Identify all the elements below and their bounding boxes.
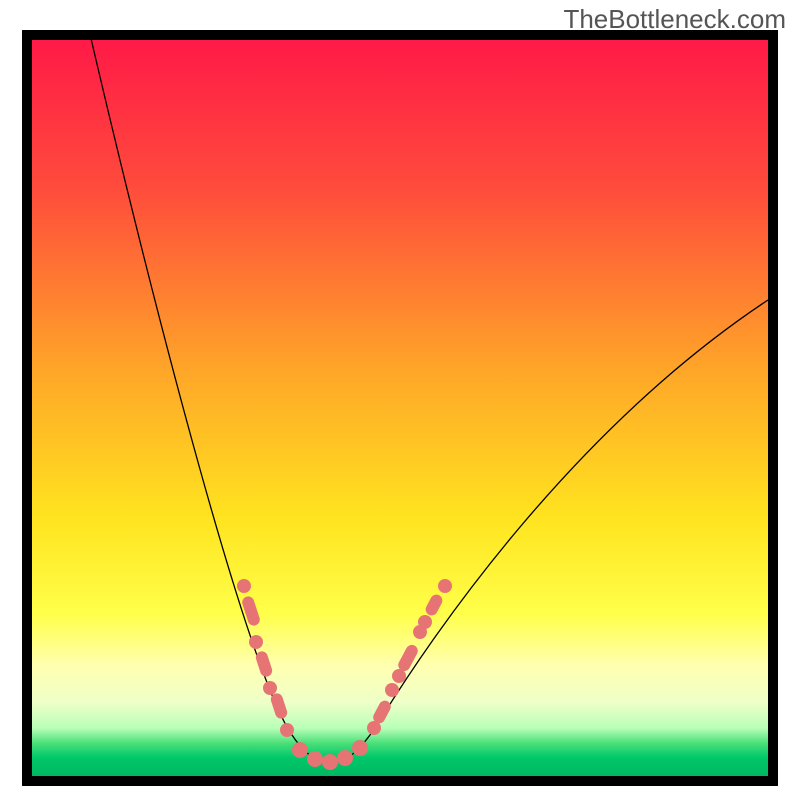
chart-svg [32, 40, 768, 776]
watermark-text: TheBottleneck.com [563, 4, 786, 35]
data-marker [438, 579, 452, 593]
data-marker [280, 723, 294, 737]
data-marker [392, 669, 406, 683]
data-marker [352, 740, 368, 756]
data-marker [237, 579, 251, 593]
chart-container: TheBottleneck.com [0, 0, 800, 800]
data-marker [307, 751, 323, 767]
chart-frame [22, 30, 778, 786]
data-marker [322, 754, 338, 770]
data-marker [249, 635, 263, 649]
data-marker [263, 681, 277, 695]
plot-area [32, 40, 768, 776]
data-marker [292, 742, 308, 758]
data-marker [418, 615, 432, 629]
data-marker [385, 683, 399, 697]
data-marker [337, 750, 353, 766]
